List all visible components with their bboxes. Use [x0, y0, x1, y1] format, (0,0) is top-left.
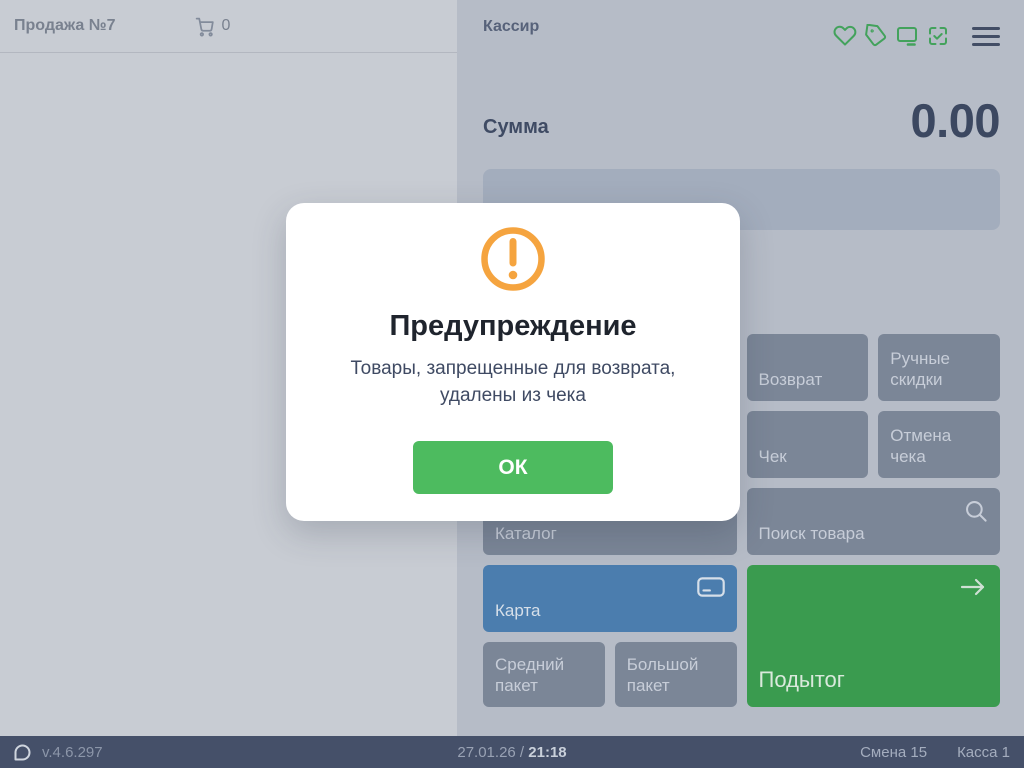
cart-counter: 0: [194, 16, 231, 37]
medium-bag-button-label: Средний пакет: [495, 654, 595, 698]
return-button-label: Возврат: [759, 369, 823, 391]
manual-discounts-button-label: Ручные скидки: [890, 348, 990, 392]
card-payment-button-label: Карта: [495, 600, 541, 622]
modal-message: Товары, запрещенные для возврата, удален…: [286, 356, 740, 409]
card-payment-button[interactable]: Карта: [483, 565, 737, 632]
sum-label: Сумма: [483, 116, 549, 146]
sale-title: Продажа №7: [14, 17, 116, 35]
sum-row: Сумма 0.00: [483, 94, 1000, 146]
subtotal-button[interactable]: Подытог: [747, 565, 1001, 707]
search-product-button-label: Поиск товара: [759, 523, 865, 545]
search-icon: [962, 497, 989, 524]
heart-icon[interactable]: [833, 24, 857, 48]
status-bar: v.4.6.297 27.01.26 / 21:18 Смена 15 Касс…: [0, 736, 1024, 768]
catalog-button-label: Каталог: [495, 523, 557, 545]
modal-message-line1: Товары, запрещенные для возврата,: [286, 356, 740, 383]
search-product-button[interactable]: Поиск товара: [747, 488, 1001, 555]
subtotal-button-label: Подытог: [759, 666, 845, 694]
cancel-receipt-button[interactable]: Отмена чека: [878, 411, 1000, 478]
large-bag-button[interactable]: Большой пакет: [615, 642, 737, 707]
medium-bag-button[interactable]: Средний пакет: [483, 642, 605, 707]
status-separator: /: [516, 744, 529, 761]
tag-icon[interactable]: [864, 24, 888, 48]
sum-value: 0.00: [911, 96, 1000, 146]
receipt-button[interactable]: Чек: [747, 411, 869, 478]
shopping-cart-icon: [194, 16, 215, 37]
return-button[interactable]: Возврат: [747, 334, 869, 401]
modal-message-line2: удалены из чека: [286, 383, 740, 410]
header-icons: [833, 24, 1000, 48]
status-time: 21:18: [528, 744, 566, 761]
receipt-header: Продажа №7 0: [0, 0, 457, 53]
cashier-label: Кассир: [483, 18, 539, 36]
menu-icon[interactable]: [972, 24, 1000, 48]
receipt-button-label: Чек: [759, 446, 787, 468]
credit-card-icon: [696, 574, 726, 600]
warning-icon: [286, 224, 740, 294]
arrow-right-icon: [957, 574, 989, 600]
modal-title: Предупреждение: [286, 310, 740, 343]
warning-modal: Предупреждение Товары, запрещенные для в…: [286, 203, 740, 521]
pos-app: Продажа №7 0 Кассир: [0, 0, 1024, 768]
cart-count: 0: [222, 17, 231, 35]
status-date: 27.01.26: [457, 744, 515, 761]
scan-check-icon[interactable]: [926, 24, 950, 48]
cancel-receipt-button-label: Отмена чека: [890, 425, 990, 469]
large-bag-button-label: Большой пакет: [627, 654, 727, 698]
ok-button[interactable]: ОК: [413, 441, 613, 494]
status-bar-datetime: 27.01.26 / 21:18: [0, 744, 1024, 761]
manual-discounts-button[interactable]: Ручные скидки: [878, 334, 1000, 401]
display-icon[interactable]: [895, 24, 919, 48]
